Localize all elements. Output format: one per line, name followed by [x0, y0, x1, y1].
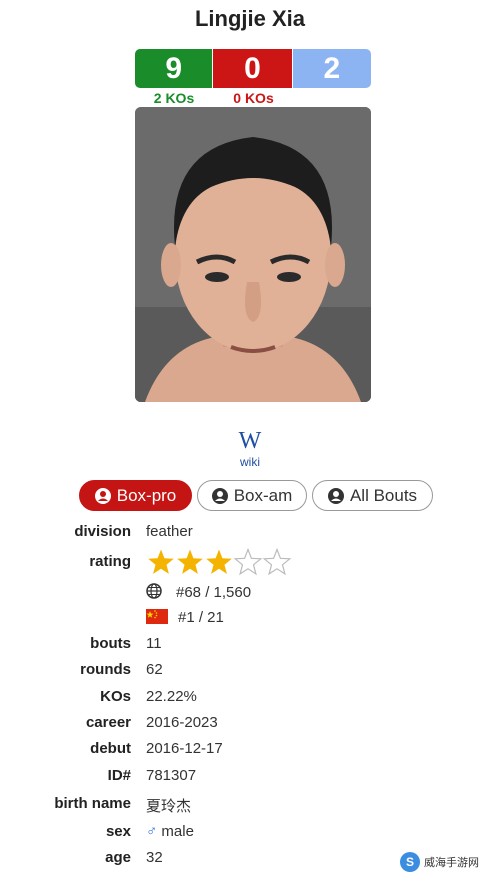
sex-row: sex ♂ male	[0, 820, 500, 844]
world-rank-row: #68 / 1,560	[0, 580, 500, 604]
division-value: feather	[146, 523, 193, 540]
globe-icon	[146, 583, 162, 599]
division-row: division feather	[0, 520, 500, 544]
wins-count: 9	[135, 49, 213, 88]
user-circle-icon	[327, 487, 344, 504]
birthname-row: birth name 夏玲杰	[0, 792, 500, 816]
tab-label: All Bouts	[349, 485, 418, 505]
tab-all-bouts[interactable]: All Bouts	[312, 480, 433, 511]
watermark: S 威海手游网	[400, 849, 486, 875]
watermark-text: 威海手游网	[424, 857, 479, 869]
star-empty-icon	[262, 548, 292, 576]
rounds-value: 62	[146, 661, 163, 678]
star-filled-icon	[206, 549, 232, 574]
age-value: 32	[146, 849, 163, 866]
kos-row: KOs 22.22%	[0, 685, 500, 709]
wins-kos: 2 KOs	[153, 90, 195, 106]
losses-count: 0	[212, 49, 292, 88]
draws-count: 2	[291, 49, 371, 88]
fight-record: 9 0 2	[135, 49, 371, 88]
bouts-row: bouts 11	[0, 632, 500, 656]
division-label: division	[74, 523, 131, 540]
bouts-value: 11	[146, 635, 162, 652]
sex-value: male	[161, 823, 194, 840]
debut-label: debut	[90, 740, 131, 757]
birthname-value: 夏玲杰	[146, 798, 192, 815]
user-circle-icon	[211, 487, 228, 504]
star-empty-icon	[233, 548, 263, 576]
birthname-label: birth name	[54, 795, 131, 812]
user-circle-icon	[94, 487, 111, 504]
rating-stars	[148, 548, 292, 576]
watermark-logo-icon: S	[400, 852, 420, 872]
china-flag-icon	[146, 609, 168, 624]
career-row: career 2016-2023	[0, 711, 500, 735]
losses-kos: 0 KOs	[233, 90, 274, 106]
debut-value: 2016-12-17	[146, 740, 223, 757]
kos-value: 22.22%	[146, 688, 197, 705]
tab-label: Box-pro	[116, 485, 177, 505]
rounds-row: rounds 62	[0, 658, 500, 682]
tab-box-am[interactable]: Box-am	[197, 480, 307, 511]
male-icon: ♂	[146, 823, 158, 840]
sex-label: sex	[105, 823, 131, 840]
debut-row: debut 2016-12-17	[0, 737, 500, 761]
wiki-link[interactable]: wiki	[0, 455, 500, 469]
fighter-name: Lingjie Xia	[194, 6, 306, 31]
world-rank[interactable]: #68 / 1,560	[176, 584, 251, 601]
fighter-photo	[135, 107, 371, 402]
age-label: age	[105, 849, 131, 866]
tab-box-pro[interactable]: Box-pro	[79, 480, 192, 511]
id-label: ID#	[107, 767, 131, 784]
id-row: ID# 781307	[0, 764, 500, 788]
star-filled-icon	[177, 549, 203, 574]
wikipedia-icon[interactable]: W	[0, 428, 500, 455]
career-label: career	[85, 714, 131, 731]
rating-row: rating	[0, 548, 500, 578]
country-rank-row: #1 / 21	[0, 606, 500, 630]
rounds-label: rounds	[80, 661, 131, 678]
bouts-label: bouts	[90, 635, 131, 652]
kos-label: KOs	[100, 688, 131, 705]
career-value: 2016-2023	[146, 714, 218, 731]
record-tabs: Box-pro Box-am All Bouts	[0, 480, 500, 513]
portrait-image	[135, 107, 371, 402]
id-value: 781307	[146, 767, 197, 784]
star-filled-icon	[148, 549, 174, 574]
rating-label: rating	[89, 553, 131, 570]
tab-label: Box-am	[233, 485, 293, 505]
country-rank[interactable]: #1 / 21	[178, 609, 224, 626]
